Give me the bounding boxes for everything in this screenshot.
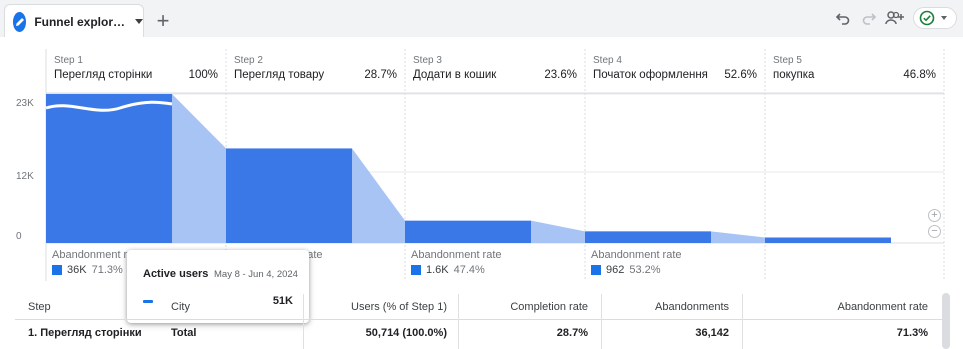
share-users-icon[interactable] bbox=[884, 8, 906, 28]
funnel-bar[interactable] bbox=[765, 237, 891, 243]
tooltip-title: Active users bbox=[143, 268, 209, 280]
cell-abandonment-rate: 71.3% bbox=[896, 327, 928, 339]
funnel-bar[interactable] bbox=[46, 94, 172, 243]
step-percent: 100% bbox=[188, 69, 218, 81]
y-axis-label: 23K bbox=[16, 98, 34, 109]
abandonment-step-4[interactable]: Abandonment rate 962 53.2% bbox=[585, 245, 765, 281]
table-scrollbar[interactable] bbox=[942, 293, 950, 349]
abandonment-value: 1.6K bbox=[426, 264, 449, 276]
pencil-icon[interactable] bbox=[13, 11, 27, 32]
zoom-in-icon[interactable]: + bbox=[928, 209, 941, 222]
status-check-icon bbox=[919, 10, 935, 26]
column-header-users[interactable]: Users (% of Step 1) bbox=[351, 294, 447, 320]
add-tab-button[interactable]: + bbox=[148, 6, 178, 36]
step-name: Перегляд товару bbox=[234, 69, 325, 81]
status-dropdown[interactable] bbox=[913, 7, 957, 29]
dropoff-area[interactable] bbox=[711, 231, 765, 243]
abandonment-title: Abandonment rate bbox=[411, 249, 502, 261]
column-divider bbox=[742, 294, 743, 349]
funnel-table: Step City Users (% of Step 1) Completion… bbox=[15, 294, 945, 349]
step-name: Початок оформлення bbox=[593, 69, 708, 81]
step-header-3[interactable]: Step 3 Додати в кошик 23.6% bbox=[405, 49, 585, 85]
legend-square bbox=[591, 265, 601, 275]
legend-square bbox=[52, 265, 62, 275]
chevron-down-icon[interactable] bbox=[135, 19, 143, 24]
abandonment-value: 962 bbox=[606, 264, 625, 276]
column-header-completion-rate[interactable]: Completion rate bbox=[510, 294, 588, 320]
step-percent: 23.6% bbox=[544, 69, 577, 81]
column-header-step[interactable]: Step bbox=[28, 294, 51, 320]
abandonment-percent: 47.4% bbox=[453, 264, 485, 276]
zoom-out-icon[interactable]: − bbox=[928, 225, 941, 238]
y-axis-label: 0 bbox=[16, 231, 22, 242]
dropoff-area[interactable] bbox=[172, 94, 226, 243]
funnel-steps-header: Step 1 Перегляд сторінки 100% Step 2 Пер… bbox=[46, 49, 944, 89]
cell-abandonments: 36,142 bbox=[695, 327, 729, 339]
step-percent: 46.8% bbox=[903, 69, 936, 81]
column-header-city[interactable]: City bbox=[171, 294, 190, 320]
step-number: Step 4 bbox=[593, 55, 622, 66]
step-name: Перегляд сторінки bbox=[54, 69, 153, 81]
column-header-abandonments[interactable]: Abandonments bbox=[655, 294, 729, 320]
step-number: Step 5 bbox=[773, 55, 802, 66]
redo-icon[interactable] bbox=[860, 8, 878, 28]
step-number: Step 3 bbox=[413, 55, 442, 66]
step-percent: 52.6% bbox=[724, 69, 757, 81]
table-row[interactable]: 1. Перегляд сторінки Total 50,714 (100.0… bbox=[15, 320, 945, 346]
step-percent: 28.7% bbox=[364, 69, 397, 81]
step-header-4[interactable]: Step 4 Початок оформлення 52.6% bbox=[585, 49, 765, 85]
column-divider bbox=[601, 294, 602, 349]
abandonment-percent: 71.3% bbox=[91, 264, 123, 276]
undo-icon[interactable] bbox=[834, 8, 852, 28]
dropoff-area[interactable] bbox=[531, 220, 585, 243]
y-axis-label: 12K bbox=[16, 171, 34, 182]
chevron-down-icon bbox=[941, 16, 947, 20]
legend-square bbox=[411, 265, 421, 275]
cell-users: 50,714 (100.0%) bbox=[365, 327, 447, 339]
step-name: покупка bbox=[773, 69, 815, 81]
step-header-1[interactable]: Step 1 Перегляд сторінки 100% bbox=[46, 49, 226, 85]
abandonment-title: Abandonment rate bbox=[591, 249, 682, 261]
funnel-panel: Step 1 Перегляд сторінки 100% Step 2 Пер… bbox=[0, 37, 963, 349]
abandonment-step-3[interactable]: Abandonment rate 1.6K 47.4% bbox=[405, 245, 585, 281]
tab-bar: Funnel explor… + bbox=[0, 0, 963, 38]
tab-funnel-exploration[interactable]: Funnel explor… bbox=[4, 4, 144, 38]
abandonment-value: 36K bbox=[67, 264, 87, 276]
step-number: Step 1 bbox=[54, 55, 83, 66]
step-header-2[interactable]: Step 2 Перегляд товару 28.7% bbox=[226, 49, 405, 85]
cell-completion-rate: 28.7% bbox=[556, 327, 588, 339]
cell-step: 1. Перегляд сторінки bbox=[28, 327, 142, 339]
column-divider bbox=[458, 294, 459, 349]
step-header-5[interactable]: Step 5 покупка 46.8% bbox=[765, 49, 944, 85]
abandonment-percent: 53.2% bbox=[629, 264, 661, 276]
column-header-abandonment-rate[interactable]: Abandonment rate bbox=[837, 294, 928, 320]
dropoff-area[interactable] bbox=[352, 148, 405, 243]
table-header-row: Step City Users (% of Step 1) Completion… bbox=[15, 294, 945, 320]
funnel-bar[interactable] bbox=[226, 148, 352, 243]
cell-city: Total bbox=[171, 327, 197, 339]
funnel-bar[interactable] bbox=[585, 231, 711, 243]
funnel-bar[interactable] bbox=[405, 220, 531, 243]
column-divider bbox=[303, 294, 304, 349]
tooltip-date-range: May 8 - Jun 4, 2024 bbox=[214, 269, 298, 280]
tab-label: Funnel explor… bbox=[34, 14, 125, 29]
step-number: Step 2 bbox=[234, 55, 263, 66]
step-name: Додати в кошик bbox=[413, 69, 497, 81]
